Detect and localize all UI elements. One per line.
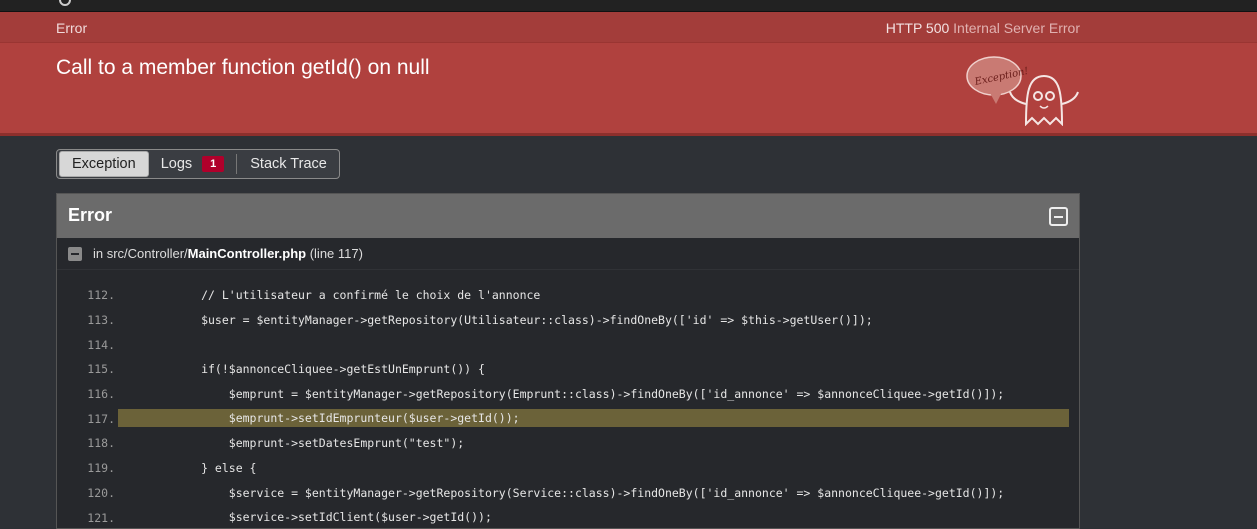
file-line-number: (line 117) [309, 246, 363, 261]
top-toolbar [0, 0, 1257, 12]
code-line: 113. $user = $entityManager->getReposito… [57, 308, 1079, 333]
symfony-logo-icon[interactable] [59, 0, 71, 6]
code-text: $emprunt->setIdEmprunteur($user->getId()… [118, 409, 1069, 428]
exception-header: Error HTTP 500 Internal Server Error Cal… [0, 12, 1257, 134]
code-text: if(!$annonceCliquee->getEstUnEmprunt()) … [118, 362, 485, 377]
line-number: 118. [87, 436, 115, 451]
header-status-bar: Error HTTP 500 Internal Server Error [0, 12, 1257, 43]
status-text: Internal Server Error [953, 20, 1080, 36]
line-number: 119. [87, 461, 115, 476]
panel-header: Error [57, 194, 1079, 238]
tab-logs-label: Logs [160, 156, 193, 172]
code-line: 115. if(!$annonceCliquee->getEstUnEmprun… [57, 357, 1079, 382]
exception-ghost-icon: Exception! [966, 56, 1079, 126]
code-line: 121. $service->setIdClient($user->getId(… [57, 505, 1079, 529]
code-text: $emprunt = $entityManager->getRepository… [118, 386, 1005, 401]
tab-logs[interactable]: Logs 1 [149, 151, 237, 177]
code-line: 114. [57, 332, 1079, 357]
file-name[interactable]: MainController.php [188, 246, 306, 261]
line-number: 113. [87, 313, 115, 328]
line-number: 115. [87, 362, 115, 377]
code-text: $service = $entityManager->getRepository… [118, 485, 1005, 500]
code-line: 119. } else { [57, 456, 1079, 481]
tab-exception[interactable]: Exception [59, 151, 149, 177]
code-text: // L'utilisateur a confirmé le choix de … [118, 288, 541, 302]
line-number: 120. [87, 485, 115, 500]
panel-title: Error [68, 205, 113, 225]
logs-count-badge: 1 [202, 156, 225, 172]
status-code: HTTP 500 [885, 20, 950, 36]
line-number: 112. [87, 288, 115, 303]
exception-panel: Error in src/Controller/MainController.p… [56, 193, 1080, 529]
tab-stack-trace[interactable]: Stack Trace [236, 154, 339, 174]
code-text: $service->setIdClient($user->getId()); [118, 510, 492, 525]
file-prefix: in src/Controller/ [93, 246, 188, 261]
line-number: 116. [87, 387, 115, 402]
exception-tabs: Exception Logs 1 Stack Trace [56, 149, 340, 179]
code-text: $emprunt->setDatesEmprunt("test"); [118, 436, 465, 451]
collapse-trace-icon[interactable] [68, 246, 82, 261]
code-line: 116. $emprunt = $entityManager->getRepos… [57, 382, 1079, 407]
http-status: HTTP 500 Internal Server Error [886, 20, 1080, 36]
collapse-panel-icon[interactable] [1049, 207, 1068, 226]
header-bottom-border [0, 133, 1257, 136]
code-text: $user = $entityManager->getRepository(Ut… [118, 312, 873, 327]
line-number: 121. [87, 510, 115, 525]
code-line: 118. $emprunt->setDatesEmprunt("test"); [57, 431, 1079, 456]
error-label: Error [56, 20, 88, 36]
code-line: 120. $service = $entityManager->getRepos… [57, 481, 1079, 506]
code-text: } else { [118, 460, 257, 475]
code-snippet: 112. // L'utilisateur a confirmé le choi… [57, 283, 1079, 529]
trace-file-line: in src/Controller/MainController.php (li… [57, 238, 1079, 270]
line-number: 117. [87, 411, 115, 426]
line-number: 114. [87, 337, 115, 352]
code-line-highlighted: 117. $emprunt->setIdEmprunteur($user->ge… [57, 406, 1079, 431]
code-line: 112. // L'utilisateur a confirmé le choi… [57, 283, 1079, 308]
exception-message: Call to a member function getId() on nul… [56, 56, 430, 79]
